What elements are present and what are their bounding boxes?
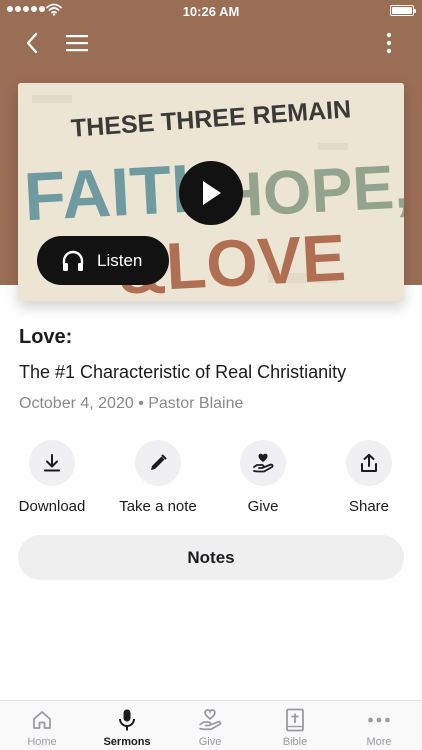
share-label: Share — [348, 498, 390, 515]
download-label: Download — [18, 498, 86, 515]
give-label: Give — [247, 498, 279, 515]
download-icon — [44, 454, 60, 472]
battery-icon — [390, 5, 416, 16]
sermon-title: Love: — [19, 326, 73, 348]
tab-home-label: Home — [27, 736, 57, 748]
tab-bible-label: Bible — [282, 736, 308, 748]
artwork-hope: HOPE, — [217, 152, 404, 231]
action-row: Download Take a note Give Share — [0, 440, 422, 520]
notes-button[interactable]: Notes — [18, 535, 404, 580]
take-note-label: Take a note — [119, 498, 197, 515]
tab-sermons[interactable]: Sermons — [92, 707, 162, 748]
more-vertical-icon — [386, 32, 392, 54]
listen-button[interactable]: Listen — [37, 236, 169, 285]
give-button[interactable]: Give — [213, 440, 313, 515]
chevron-left-icon — [26, 32, 38, 54]
status-time: 10:26 AM — [182, 4, 240, 19]
bible-icon — [286, 708, 304, 732]
tab-bar: Home Sermons Give Bible More — [0, 700, 422, 750]
tab-sermons-label: Sermons — [103, 736, 151, 748]
more-icon — [368, 717, 390, 723]
menu-button[interactable] — [62, 28, 92, 58]
listen-label: Listen — [97, 250, 143, 270]
sermon-date-speaker: October 4, 2020 • Pastor Blaine — [19, 395, 244, 412]
headphones-icon — [62, 250, 84, 271]
play-button[interactable] — [179, 161, 243, 225]
hamburger-icon — [66, 35, 88, 52]
tab-more-label: More — [366, 736, 392, 748]
tab-home[interactable]: Home — [7, 707, 77, 748]
tab-give-label: Give — [198, 736, 222, 748]
back-button[interactable] — [17, 28, 47, 58]
tab-more[interactable]: More — [344, 707, 414, 748]
tab-give[interactable]: Give — [175, 707, 245, 748]
share-button[interactable]: Share — [319, 440, 419, 515]
pencil-icon — [151, 454, 167, 470]
artwork-love: LOVE — [164, 220, 347, 301]
more-options-button[interactable] — [374, 28, 404, 58]
sermon-subtitle: The #1 Characteristic of Real Christiani… — [19, 362, 347, 382]
microphone-icon — [119, 709, 135, 731]
hand-heart-icon — [253, 453, 274, 473]
play-icon — [203, 181, 221, 205]
home-icon — [33, 711, 51, 729]
download-button[interactable]: Download — [2, 440, 102, 515]
status-bar: 10:26 AM — [0, 0, 422, 22]
hand-heart-icon — [199, 709, 222, 731]
share-icon — [361, 453, 377, 472]
notes-label: Notes — [187, 547, 235, 567]
tab-bible[interactable]: Bible — [260, 707, 330, 748]
take-note-button[interactable]: Take a note — [108, 440, 208, 515]
